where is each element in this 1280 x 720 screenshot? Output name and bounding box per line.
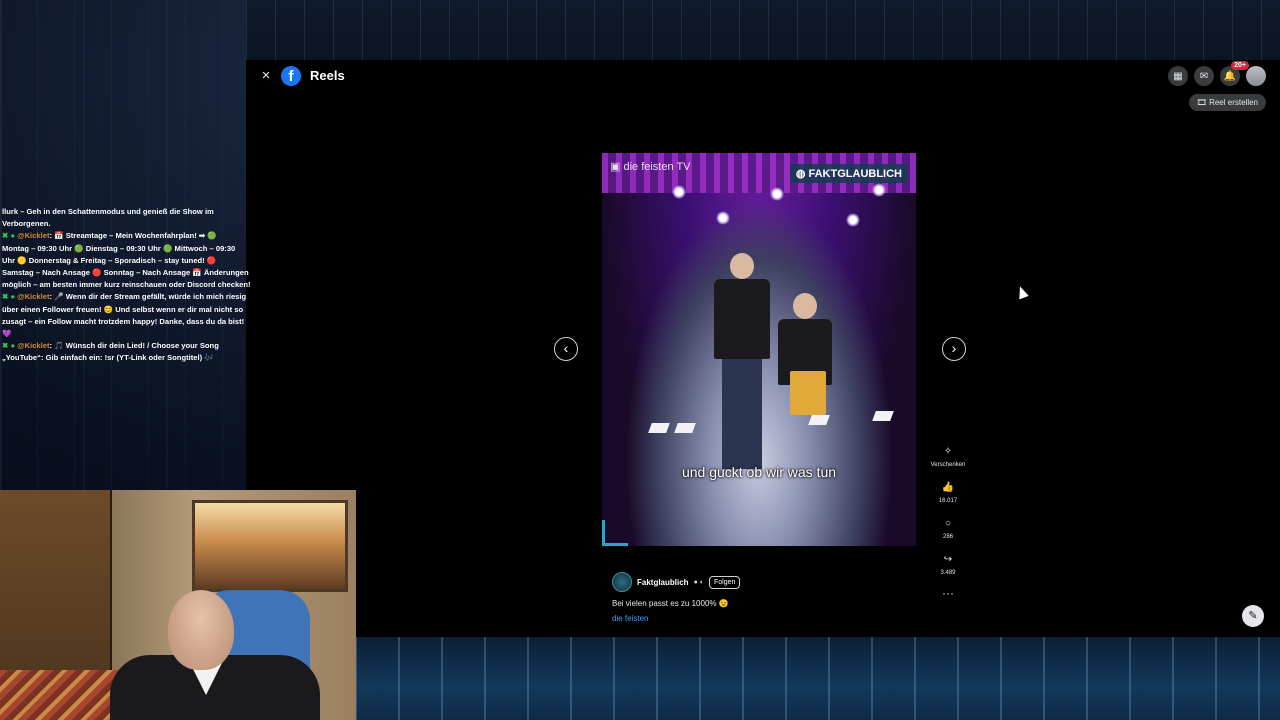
- chat-line: 💜: [0, 328, 250, 340]
- performer-standing: [714, 253, 770, 469]
- verified-globe-icon: ● ◐: [693, 578, 704, 586]
- chat-line: ✖ ● @Kicklet: 📅 Streamtage – Mein Wochen…: [0, 230, 250, 242]
- previous-reel-chevron-icon[interactable]: ‹: [554, 337, 578, 361]
- floor-sheet: [648, 423, 670, 433]
- share-button[interactable]: ↪ 3.489: [928, 550, 968, 577]
- comment-icon: ○: [944, 517, 952, 529]
- chat-badge-icon: ✖ ●: [2, 341, 18, 351]
- chat-message-text: Samstag – Nach Ansage 🔴 Sonntag – Nach A…: [2, 268, 249, 278]
- like-button[interactable]: 👍 16.017: [928, 478, 968, 505]
- reels-window: × f Reels ▦ ✉ 🔔 20+ 🎞 Reel erstellen ▣ d…: [246, 60, 1280, 637]
- chat-line: über einen Follower freuen! 😊 Und selbst…: [0, 304, 250, 316]
- chat-line: zusagt – ein Follow macht trotzdem happy…: [0, 316, 250, 328]
- chat-message-text: Uhr 🟡 Donnerstag & Freitag – Sporadisch …: [2, 255, 217, 265]
- chat-line: möglich – am besten immer kurz reinschau…: [0, 279, 250, 291]
- share-count: 3.489: [940, 570, 956, 576]
- gift-label: Verschenken: [930, 462, 966, 468]
- cajon-drum: [790, 371, 826, 415]
- chat-message-text: Verborgenen.: [2, 219, 51, 229]
- like-count: 16.017: [938, 498, 958, 504]
- top-right-icons: ▦ ✉ 🔔 20+: [1168, 61, 1266, 86]
- reel-actions: ✧ Verschenken 👍 16.017 ○ 286 ↪ 3.489 ···: [928, 442, 968, 601]
- chat-message-text: möglich – am besten immer kurz reinschau…: [2, 280, 250, 290]
- gift-icon: ✧: [943, 445, 953, 457]
- streamer-head: [168, 590, 234, 670]
- wall-painting: [192, 500, 348, 592]
- comment-count: 286: [942, 534, 953, 540]
- gift-button[interactable]: ✧ Verschenken: [928, 442, 968, 469]
- stream-scene: × f Reels ▦ ✉ 🔔 20+ 🎞 Reel erstellen ▣ d…: [0, 0, 1280, 720]
- stage-light: [846, 213, 860, 227]
- chat-line: Samstag – Nach Ansage 🔴 Sonntag – Nach A…: [0, 267, 250, 279]
- notifications-bell-icon[interactable]: 🔔 20+: [1220, 61, 1249, 86]
- chat-line: ✖ ● @Kicklet: 🎤 Wenn dir der Stream gefä…: [0, 291, 250, 303]
- background-bottom: [355, 636, 1280, 720]
- notifications-badge: 20+: [1231, 61, 1249, 70]
- create-reel-label: Reel erstellen: [1209, 98, 1258, 107]
- edit-pencil-icon[interactable]: ✎: [1242, 605, 1264, 627]
- facebook-logo-icon[interactable]: f: [281, 66, 301, 86]
- background-top: [246, 0, 1280, 60]
- create-reel-button[interactable]: 🎞 Reel erstellen: [1188, 94, 1266, 111]
- share-icon: ↪: [943, 553, 953, 565]
- video-subtitle: und guckt ob wir was tun: [681, 464, 837, 480]
- caption-link[interactable]: die feisten: [612, 614, 648, 623]
- comment-button[interactable]: ○ 286: [928, 514, 968, 541]
- close-icon[interactable]: ×: [258, 68, 274, 84]
- reel-video[interactable]: ▣ die feisten TV ◍ FAKTGLAUBLICH und guc…: [602, 153, 916, 546]
- chat-badge-icon: ✖ ●: [2, 292, 18, 302]
- film-icon: ▣: [610, 161, 624, 173]
- chat-message-text: 💜: [2, 329, 12, 339]
- follow-button[interactable]: Folgen: [708, 575, 741, 589]
- chat-message-text: : 📅 Streamtage – Mein Wochenfahrplan! ➡ …: [49, 231, 217, 241]
- floor-sheet: [872, 411, 894, 421]
- brand-watermark: ◍ FAKTGLAUBLICH: [789, 164, 908, 183]
- stage-light: [672, 185, 686, 199]
- chat-message-text: zusagt – ein Follow macht trotzdem happy…: [2, 316, 245, 326]
- profile-avatar[interactable]: [1246, 66, 1266, 86]
- author-name[interactable]: Faktglaublich: [637, 578, 689, 587]
- next-reel-chevron-icon[interactable]: ›: [942, 337, 966, 361]
- thumbs-up-icon: 👍: [941, 481, 955, 493]
- chat-username[interactable]: @Kicklet: [17, 292, 49, 301]
- chat-message-text: llurk – Geh in den Schattenmodus und gen…: [2, 207, 214, 216]
- chat-message-text: Montag – 09:30 Uhr 🟢 Dienstag – 09:30 Uh…: [2, 243, 236, 253]
- more-options-icon[interactable]: ···: [928, 586, 968, 600]
- messenger-icon[interactable]: ✉: [1194, 66, 1214, 86]
- webcam-overlay: [0, 490, 356, 720]
- author-avatar[interactable]: [612, 572, 632, 592]
- chat-message-text: über einen Follower freuen! 😊 Und selbst…: [2, 304, 244, 314]
- chat-badge-icon: ✖ ●: [2, 231, 18, 241]
- chat-line: „YouTube“: Gib einfach ein: !sr (YT-Link…: [0, 352, 250, 364]
- channel-watermark: ▣ die feisten TV: [610, 161, 691, 173]
- stage-light: [716, 211, 730, 225]
- chat-line: Montag – 09:30 Uhr 🟢 Dienstag – 09:30 Uh…: [0, 243, 250, 255]
- stream-chat: llurk – Geh in den Schattenmodus und gen…: [0, 206, 250, 365]
- stage-light: [770, 187, 784, 201]
- chat-message-text: : 🎤 Wenn dir der Stream gefällt, würde i…: [49, 292, 247, 302]
- chat-username[interactable]: @Kicklet: [17, 341, 49, 350]
- menu-grid-icon[interactable]: ▦: [1168, 66, 1188, 86]
- page-title: Reels: [310, 68, 345, 83]
- globe-icon: ◍: [795, 168, 809, 180]
- chat-line: ✖ ● @Kicklet: 🎵 Wünsch dir dein Lied! / …: [0, 340, 250, 352]
- stage-light: [872, 183, 886, 197]
- chat-message-text: : 🎵 Wünsch dir dein Lied! / Choose your …: [49, 341, 219, 351]
- floor-sheet: [674, 423, 696, 433]
- floor-sheet: [808, 415, 830, 425]
- author-row: Faktglaublich ● ◐ Folgen: [612, 572, 741, 592]
- chat-line: llurk – Geh in den Schattenmodus und gen…: [0, 206, 250, 218]
- corner-marker: [602, 520, 628, 546]
- chat-message-text: „YouTube“: Gib einfach ein: !sr (YT-Link…: [2, 353, 214, 363]
- chat-line: Uhr 🟡 Donnerstag & Freitag – Sporadisch …: [0, 255, 250, 267]
- reel-caption: Bei vielen passt es zu 1000% 😉: [612, 599, 729, 608]
- chat-line: Verborgenen.: [0, 218, 250, 230]
- chat-username[interactable]: @Kicklet: [17, 231, 49, 240]
- create-reel-icon: 🎞: [1196, 98, 1210, 107]
